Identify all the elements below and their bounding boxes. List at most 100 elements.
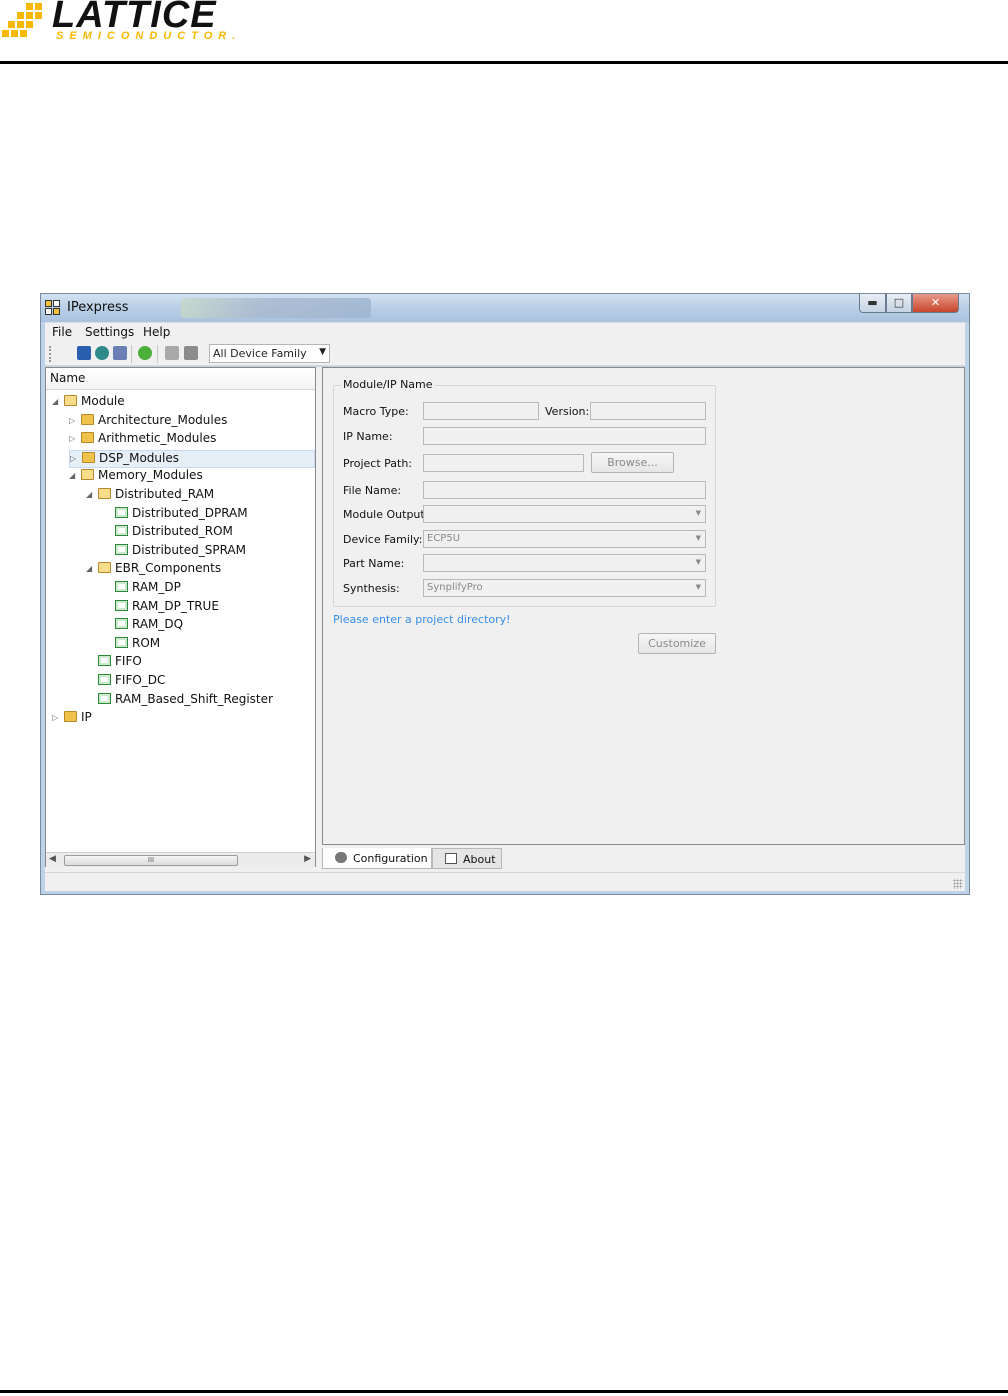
tab-configuration[interactable]: Configuration	[322, 848, 432, 869]
chip-icon	[115, 636, 128, 648]
minimize-button[interactable]: ▬	[859, 294, 886, 313]
resize-grip-icon[interactable]	[953, 879, 963, 889]
part-name-label: Part Name:	[343, 557, 405, 570]
collapse-arrow-icon[interactable]: ▷	[69, 416, 81, 425]
tree-item[interactable]: ▷ IP	[52, 710, 92, 728]
tree-item[interactable]: Distributed_DPRAM	[103, 506, 248, 524]
chip-icon	[115, 506, 128, 518]
tree-item-label: ROM	[132, 635, 161, 650]
chevron-down-icon: ▼	[695, 509, 701, 517]
browse-button[interactable]: Browse...	[591, 452, 674, 473]
tab-about-label: About	[463, 853, 496, 866]
collapse-arrow-icon[interactable]: ▷	[52, 713, 64, 722]
tree-item[interactable]: ◢ Memory_Modules	[69, 468, 203, 486]
tree-item-label: Arithmetic_Modules	[98, 431, 217, 446]
tree-item[interactable]: ▷ DSP_Modules	[69, 449, 315, 468]
tree-item[interactable]: RAM_DP	[103, 580, 181, 598]
tree-item-label: Distributed_ROM	[132, 524, 233, 539]
header-divider	[0, 61, 1008, 64]
macro-type-label: Macro Type:	[343, 405, 409, 418]
menu-help[interactable]: Help	[143, 325, 170, 339]
file-name-label: File Name:	[343, 484, 402, 497]
export-icon[interactable]	[184, 346, 198, 360]
new-module-icon[interactable]	[77, 346, 91, 360]
status-bar	[45, 872, 965, 891]
toolbar-grip[interactable]	[49, 346, 52, 362]
expand-arrow-icon[interactable]: ◢	[86, 564, 98, 573]
menu-settings[interactable]: Settings	[85, 325, 134, 339]
tab-about[interactable]: About	[432, 848, 502, 869]
tree-item[interactable]: RAM_DQ	[103, 617, 183, 635]
tab-configuration-label: Configuration	[353, 852, 428, 865]
chip-icon	[98, 655, 111, 667]
toolbar: All Device Family ▼	[45, 342, 965, 366]
part-name-select[interactable]: ▼	[423, 554, 706, 572]
tree-item[interactable]: ▷ Architecture_Modules	[69, 413, 227, 431]
expand-arrow-icon[interactable]: ◢	[52, 397, 64, 406]
collapse-arrow-icon[interactable]: ▷	[69, 434, 81, 443]
tree-item-label: Module	[81, 394, 125, 408]
footer-divider	[0, 1390, 1008, 1393]
document-header: LATTICE SEMICONDUCTOR.	[0, 0, 1008, 66]
device-family-field[interactable]: ECP5U ▼	[423, 530, 706, 548]
expand-arrow-icon[interactable]: ◢	[86, 490, 98, 499]
tree-item[interactable]: RAM_Based_Shift_Register	[86, 692, 273, 710]
maximize-button[interactable]: □	[886, 294, 912, 313]
chip-icon	[98, 674, 111, 685]
macro-type-field[interactable]	[423, 402, 539, 420]
chevron-down-icon: ▼	[695, 558, 701, 566]
tree-item-label: Distributed_RAM	[115, 487, 215, 501]
synthesis-label: Synthesis:	[343, 582, 400, 595]
tree-item[interactable]: ROM	[103, 636, 160, 654]
file-name-field[interactable]	[423, 481, 706, 499]
menu-file[interactable]: File	[52, 325, 72, 339]
tree-item[interactable]: ◢ Module	[52, 394, 125, 412]
synthesis-value: SynplifyPro	[427, 582, 483, 593]
scroll-right-icon[interactable]: ▶	[304, 854, 311, 864]
project-path-field[interactable]	[423, 454, 584, 472]
tree-column-header[interactable]: Name	[46, 368, 315, 390]
ip-name-field[interactable]	[423, 427, 706, 445]
chip-icon	[115, 599, 128, 611]
tree-item[interactable]: ◢ Distributed_RAM	[86, 487, 214, 505]
horizontal-scrollbar[interactable]: ◀ III ▶	[46, 852, 315, 867]
tree-item[interactable]: RAM_DP_TRUE	[103, 599, 219, 617]
tree-item[interactable]: ◢ EBR_Components	[86, 561, 221, 579]
close-button[interactable]: ✕	[912, 294, 959, 313]
refresh-icon[interactable]	[138, 346, 152, 360]
tree-item-label: RAM_DP	[132, 580, 181, 594]
window-title: IPexpress	[67, 300, 129, 315]
version-field[interactable]	[590, 402, 706, 420]
tree-item-label: Memory_Modules	[98, 468, 203, 483]
module-output-label: Module Output:	[343, 508, 429, 521]
group-title: Module/IP Name	[341, 378, 435, 391]
collapse-arrow-icon[interactable]: ▷	[70, 454, 82, 463]
titlebar-extra	[181, 298, 371, 318]
customize-button[interactable]: Customize	[638, 633, 716, 654]
chip-icon	[115, 618, 128, 630]
scroll-left-icon[interactable]: ◀	[49, 854, 56, 864]
tree-item[interactable]: FIFO	[86, 654, 142, 672]
expand-arrow-icon[interactable]: ◢	[69, 471, 81, 480]
import-icon[interactable]	[165, 346, 179, 360]
synthesis-select[interactable]: SynplifyPro ▼	[423, 579, 706, 597]
device-family-select[interactable]: All Device Family ▼	[209, 344, 330, 363]
module-output-select[interactable]: ▼	[423, 505, 706, 523]
module-tree-panel: Name ◢ Module ▷ Architecture_Modules ▷ Arithm…	[45, 367, 316, 867]
app-icon	[45, 300, 61, 316]
toolbar-separator	[131, 345, 132, 363]
tree-item[interactable]: FIFO_DC	[86, 673, 165, 691]
scrollbar-thumb[interactable]: III	[64, 855, 238, 866]
device-family-label: Device Family:	[343, 533, 423, 546]
version-label: Version:	[545, 405, 590, 418]
tree-item[interactable]: Distributed_ROM	[103, 524, 233, 542]
tree-item-label: DSP_Modules	[99, 450, 179, 465]
window-titlebar[interactable]: IPexpress ▬ □ ✕	[41, 294, 969, 322]
tree-item[interactable]: Distributed_SPRAM	[103, 543, 246, 561]
globe-icon[interactable]	[95, 346, 109, 360]
tree-item-label: IP	[81, 710, 92, 725]
tree-item[interactable]: ▷ Arithmetic_Modules	[69, 431, 216, 449]
package-icon[interactable]	[113, 346, 127, 360]
tree-item-label: Distributed_DPRAM	[132, 505, 248, 520]
chip-icon	[115, 525, 128, 537]
